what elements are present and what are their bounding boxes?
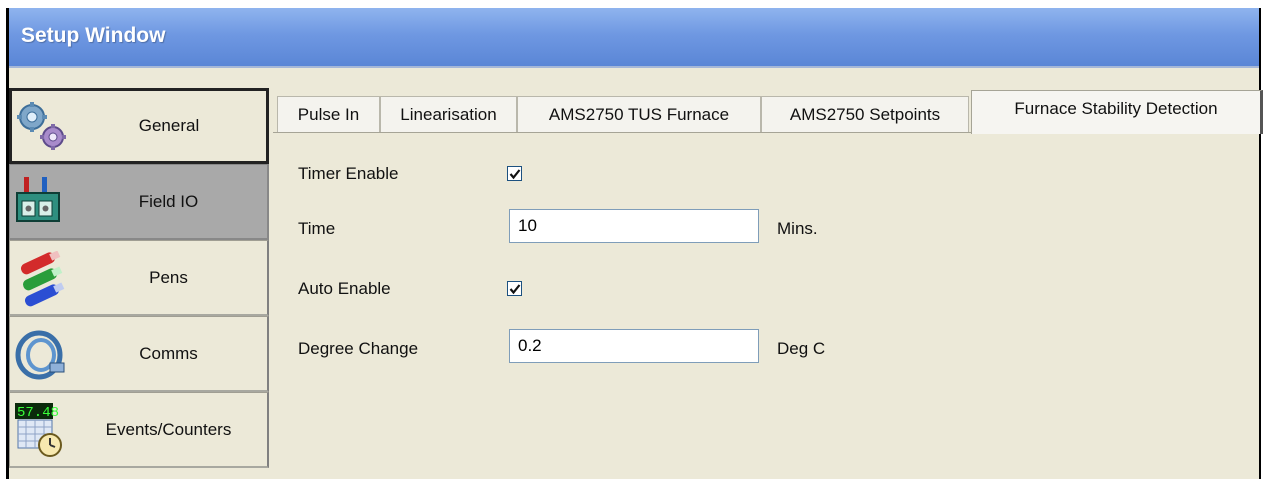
setup-window: Setup Window General Field IO Pens Comms… [6, 8, 1263, 479]
degree-change-input[interactable]: 0.2 [509, 329, 759, 363]
nav-field-io-button[interactable]: Field IO [9, 164, 269, 240]
calendar-clock-icon: 57.48 [14, 403, 70, 459]
checkmark-icon [509, 284, 521, 295]
svg-text:57.48: 57.48 [17, 405, 59, 421]
nav-pens-label: Pens [149, 267, 188, 287]
gears-icon [16, 101, 72, 157]
window-title: Setup Window [21, 24, 166, 47]
auto-enable-checkbox[interactable] [507, 281, 522, 296]
nav-general-label: General [138, 116, 200, 135]
cable-icon [14, 327, 70, 383]
nav-comms-label: Comms [139, 343, 198, 363]
time-input[interactable]: 10 [509, 209, 759, 243]
tab-pulse-in[interactable]: Pulse In [277, 96, 380, 132]
tab-ams2750-setpoints[interactable]: AMS2750 Setpoints [761, 96, 969, 132]
nav-field-io-label: Field IO [138, 191, 199, 211]
title-bar[interactable]: Setup Window [9, 8, 1259, 68]
nav-general-button[interactable]: General [9, 88, 269, 164]
nav-pens-button[interactable]: Pens [9, 240, 269, 316]
nav-events-counters-button[interactable]: 57.48 Events/Counters [9, 392, 269, 468]
degree-change-label: Degree Change [298, 339, 419, 358]
tab-furnace-stability-detection[interactable]: Furnace Stability Detection [971, 90, 1263, 134]
timer-enable-checkbox[interactable] [507, 166, 522, 181]
time-label: Time [298, 219, 336, 238]
checkmark-icon [509, 169, 521, 180]
time-unit: Mins. [777, 219, 818, 238]
degree-change-unit: Deg C [777, 339, 826, 358]
timer-enable-label: Timer Enable [298, 164, 399, 183]
tab-ams2750-tus-furnace[interactable]: AMS2750 TUS Furnace [517, 96, 761, 132]
tab-linearisation[interactable]: Linearisation [380, 96, 517, 132]
nav-comms-button[interactable]: Comms [9, 316, 269, 392]
auto-enable-label: Auto Enable [298, 279, 391, 298]
nav-events-counters-label: Events/Counters [105, 419, 232, 439]
furnace-stability-panel: Timer Enable Time 10 Mins. Auto Enable D… [273, 132, 1259, 479]
field-io-icon [14, 175, 70, 231]
pens-icon [14, 250, 70, 307]
side-nav: General Field IO Pens Comms 57.48 Events… [9, 88, 269, 468]
